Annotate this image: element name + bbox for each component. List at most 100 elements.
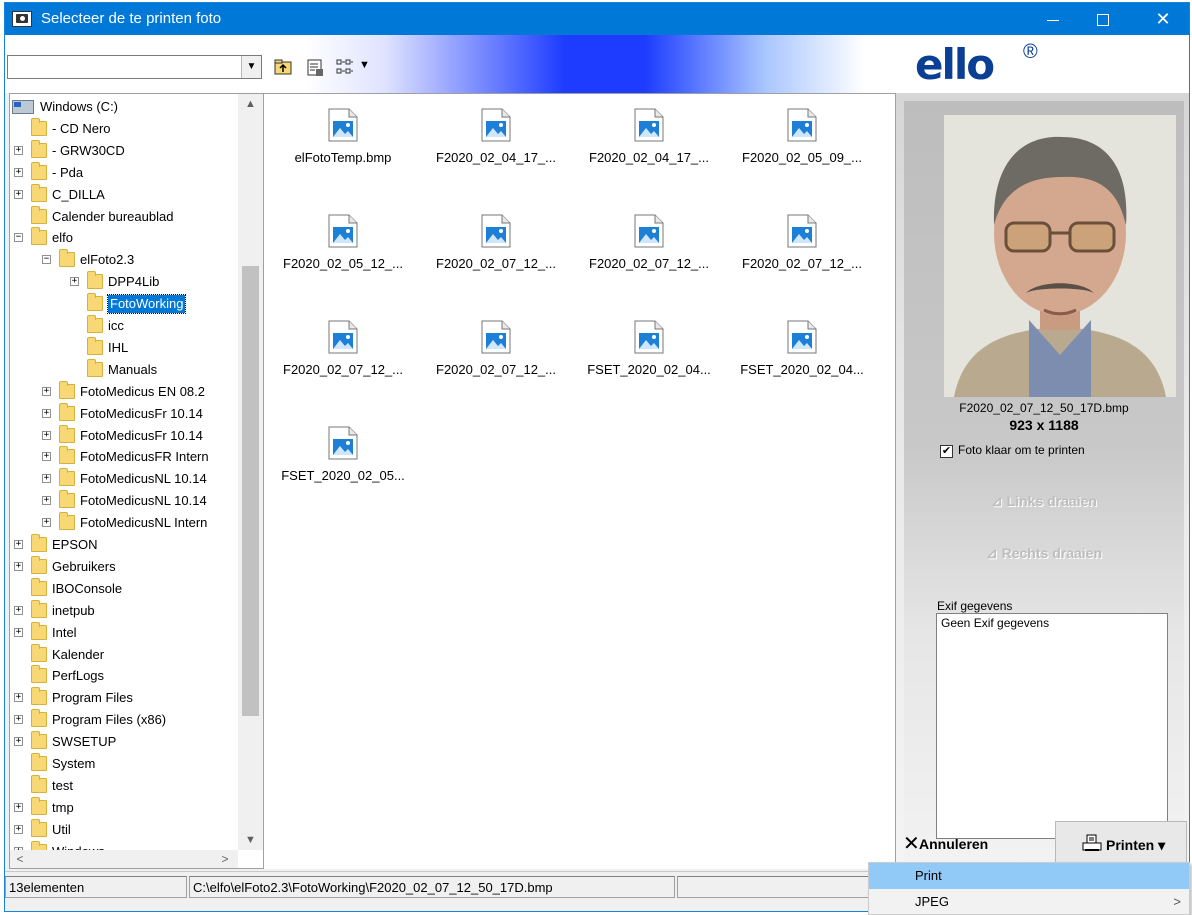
expand-icon[interactable]: + (14, 167, 23, 177)
tree-item[interactable]: Manuals (10, 358, 238, 381)
view-dropdown-icon[interactable]: ▼ (359, 59, 379, 79)
expand-icon[interactable]: + (42, 474, 51, 484)
file-item[interactable]: F2020_02_05_12_... (268, 208, 418, 308)
scroll-thumb[interactable] (242, 266, 259, 716)
scroll-up-icon[interactable]: ▲ (238, 94, 263, 114)
expand-icon[interactable]: + (42, 518, 51, 528)
tree-item[interactable]: + inetpub (10, 599, 238, 622)
scroll-left-icon[interactable]: < (10, 850, 30, 868)
expand-icon[interactable]: + (14, 605, 23, 615)
tree-item[interactable]: + C_DILLA (10, 183, 238, 206)
expand-icon[interactable]: + (14, 737, 23, 747)
tree-item[interactable]: Windows (C:) (10, 96, 238, 118)
expand-icon[interactable]: + (42, 408, 51, 418)
expand-icon[interactable]: + (14, 715, 23, 725)
tree-horizontal-scrollbar[interactable]: < > (10, 850, 238, 868)
file-item[interactable]: F2020_02_07_12_... (421, 314, 571, 414)
photo-preview (944, 115, 1176, 397)
tree-item[interactable]: + FotoMedicus EN 08.2 (10, 380, 238, 403)
file-item[interactable]: F2020_02_07_12_... (268, 314, 418, 414)
tree-item[interactable]: + FotoMedicusNL Intern (10, 512, 238, 534)
file-item[interactable]: FSET_2020_02_05... (268, 420, 418, 520)
tree-item[interactable]: + DPP4Lib (10, 271, 238, 293)
file-item[interactable]: elFotoTemp.bmp (268, 102, 418, 202)
folder-tree[interactable]: Windows (C:) - CD Nero + - GRW30CD + - Pda + C_… (9, 93, 264, 869)
ready-checkbox-label[interactable]: Foto klaar om te printen (958, 443, 1085, 457)
tree-item[interactable]: + FotoMedicusFr 10.14 (10, 402, 238, 425)
expand-icon[interactable]: + (14, 627, 23, 637)
expand-icon[interactable]: + (14, 189, 23, 199)
file-item[interactable]: F2020_02_04_17_... (574, 102, 724, 202)
tree-item[interactable]: + EPSON (10, 534, 238, 556)
expand-icon[interactable]: + (42, 452, 51, 462)
tree-item[interactable]: + FotoMedicusNL 10.14 (10, 490, 238, 512)
file-item[interactable]: F2020_02_07_12_... (727, 208, 877, 308)
file-item[interactable]: F2020_02_04_17_... (421, 102, 571, 202)
title-bar[interactable]: Selecteer de te printen foto ✕ (5, 3, 1189, 35)
rotate-right-button[interactable]: ⊿ Rechts draaien (904, 545, 1184, 562)
properties-icon[interactable] (305, 57, 325, 77)
tree-item[interactable]: IHL (10, 336, 238, 359)
close-button[interactable]: ✕ (1140, 3, 1186, 35)
tree-item[interactable]: IBOConsole (10, 577, 238, 600)
maximize-button[interactable] (1080, 3, 1126, 35)
ready-checkbox[interactable]: ✔ (940, 445, 953, 458)
tree-item[interactable]: + - GRW30CD (10, 139, 238, 162)
tree-item[interactable]: + FotoMedicusNL 10.14 (10, 468, 238, 490)
expand-icon[interactable]: + (14, 693, 23, 703)
tree-item[interactable]: + Program Files (10, 687, 238, 709)
scroll-down-icon[interactable]: ▼ (238, 830, 263, 850)
up-folder-icon[interactable] (273, 57, 293, 77)
menu-item-jpeg[interactable]: JPEG > (869, 889, 1189, 915)
tree-item[interactable]: - CD Nero (10, 117, 238, 140)
file-item[interactable]: FSET_2020_02_04... (574, 314, 724, 414)
folder-icon (31, 774, 47, 793)
tree-item[interactable]: + Util (10, 818, 238, 841)
menu-item-print[interactable]: Print (869, 863, 1189, 889)
collapse-icon[interactable]: − (14, 233, 23, 243)
expand-icon[interactable]: + (14, 824, 23, 834)
file-list[interactable]: elFotoTemp.bmp F2020_02_04_17_... F2020_02… (264, 93, 895, 869)
scroll-right-icon[interactable]: > (215, 850, 235, 868)
tree-item[interactable]: + FotoMedicusFR Intern (10, 446, 238, 468)
file-item[interactable]: F2020_02_07_12_... (574, 208, 724, 308)
tree-item[interactable]: + - Pda (10, 161, 238, 184)
print-button[interactable]: Printen ▾ (1055, 821, 1187, 867)
minimize-button[interactable] (1030, 3, 1076, 35)
file-item[interactable]: F2020_02_07_12_... (421, 208, 571, 308)
tree-item[interactable]: + Program Files (x86) (10, 709, 238, 731)
expand-icon[interactable]: + (42, 496, 51, 506)
tree-item[interactable]: Calender bureaublad (10, 205, 238, 228)
file-item[interactable]: F2020_02_05_09_... (727, 102, 877, 202)
chevron-down-icon[interactable]: ▼ (241, 56, 261, 78)
tree-item[interactable]: icc (10, 315, 238, 337)
exif-textbox[interactable]: Geen Exif gegevens (936, 613, 1168, 839)
tree-vertical-scrollbar[interactable]: ▲ ▼ (238, 94, 263, 850)
expand-icon[interactable]: + (42, 386, 51, 396)
cancel-button[interactable]: ✕ Annuleren (895, 821, 1055, 867)
expand-icon[interactable]: + (14, 145, 23, 155)
expand-icon[interactable]: + (14, 540, 23, 549)
tree-item[interactable]: test (10, 774, 238, 797)
image-file-icon (481, 108, 511, 142)
tree-item[interactable]: + SWSETUP (10, 731, 238, 753)
view-icon[interactable] (335, 57, 355, 77)
tree-item[interactable]: FotoWorking (10, 293, 238, 315)
tree-item[interactable]: + FotoMedicusFr 10.14 (10, 424, 238, 447)
tree-item[interactable]: System (10, 753, 238, 775)
tree-item[interactable]: − elFoto2.3 (10, 249, 238, 271)
expand-icon[interactable]: + (14, 802, 23, 812)
expand-icon[interactable]: + (14, 561, 23, 571)
tree-item[interactable]: + tmp (10, 796, 238, 819)
file-item[interactable]: FSET_2020_02_04... (727, 314, 877, 414)
rotate-left-button[interactable]: ⊿ Links draaien (904, 493, 1184, 510)
tree-item[interactable]: Kalender (10, 643, 238, 666)
collapse-icon[interactable]: − (42, 255, 51, 265)
expand-icon[interactable]: + (70, 277, 79, 287)
tree-item[interactable]: + Intel (10, 621, 238, 644)
tree-item[interactable]: PerfLogs (10, 665, 238, 687)
tree-item[interactable]: − elfo (10, 227, 238, 249)
path-combo[interactable]: ▼ (7, 55, 262, 79)
tree-item[interactable]: + Gebruikers (10, 555, 238, 578)
expand-icon[interactable]: + (42, 430, 51, 440)
